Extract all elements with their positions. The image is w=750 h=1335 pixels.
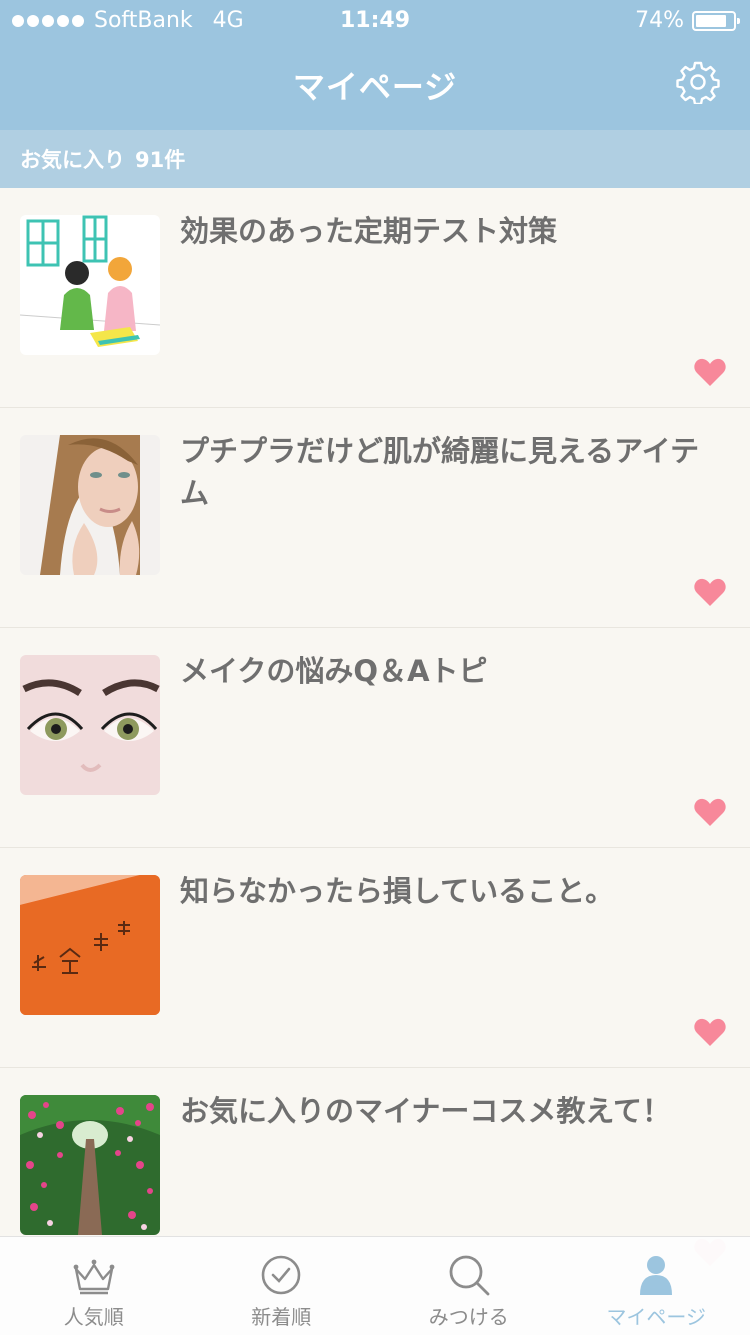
- tab-newest[interactable]: 新着順: [188, 1237, 376, 1335]
- tab-newest-label: 新着順: [188, 1301, 376, 1330]
- status-bar: SoftBank 4G 11:49 74%: [0, 0, 750, 42]
- tab-bar: 人気順 新着順 みつける マイページ: [0, 1236, 750, 1335]
- tab-popular[interactable]: 人気順: [0, 1237, 188, 1335]
- search-icon: [447, 1253, 491, 1297]
- tab-mypage-label: マイページ: [563, 1301, 750, 1330]
- battery-icon: [692, 11, 736, 31]
- navigation-bar: マイページ: [0, 42, 750, 130]
- item-title: メイクの悩みQ＆Aトピ: [180, 650, 722, 692]
- eyes-closeup-photo-thumbnail: [20, 655, 160, 795]
- list-item[interactable]: プチプラだけど肌が綺麗に見えるアイテム: [0, 408, 750, 628]
- item-title: 知らなかったら損していること。: [180, 870, 722, 912]
- favorites-count: 91件: [135, 144, 185, 174]
- tab-popular-label: 人気順: [0, 1301, 188, 1330]
- battery-percentage: 74%: [635, 8, 684, 33]
- gear-icon: [676, 60, 720, 104]
- study-illustration-thumbnail: [20, 215, 160, 355]
- favorites-list: 効果のあった定期テスト対策 プチプラだけど肌が綺麗に見えるアイテム: [0, 188, 750, 1288]
- favorites-label: お気に入り: [20, 144, 125, 174]
- clock-icon: [259, 1253, 303, 1297]
- woman-face-photo-thumbnail: [20, 435, 160, 575]
- heart-icon[interactable]: [694, 357, 726, 387]
- list-item[interactable]: メイクの悩みQ＆Aトピ: [0, 628, 750, 848]
- pension-book-photo-thumbnail: [20, 875, 160, 1015]
- item-title: 効果のあった定期テスト対策: [180, 210, 722, 252]
- heart-icon[interactable]: [694, 577, 726, 607]
- tab-mypage[interactable]: マイページ: [563, 1237, 750, 1335]
- user-icon: [634, 1253, 678, 1297]
- heart-icon[interactable]: [694, 797, 726, 827]
- tab-discover-label: みつける: [375, 1301, 563, 1330]
- item-title: お気に入りのマイナーコスメ教えて！: [180, 1090, 722, 1132]
- item-title: プチプラだけど肌が綺麗に見えるアイテム: [180, 430, 722, 514]
- settings-button[interactable]: [676, 60, 720, 104]
- heart-icon[interactable]: [694, 1017, 726, 1047]
- list-item[interactable]: 効果のあった定期テスト対策: [0, 188, 750, 408]
- list-item[interactable]: 知らなかったら損していること。: [0, 848, 750, 1068]
- page-title: マイページ: [0, 62, 750, 108]
- crown-icon: [72, 1253, 116, 1297]
- rose-garden-photo-thumbnail: [20, 1095, 160, 1235]
- tab-discover[interactable]: みつける: [375, 1237, 563, 1335]
- favorites-header: お気に入り 91件: [0, 130, 750, 188]
